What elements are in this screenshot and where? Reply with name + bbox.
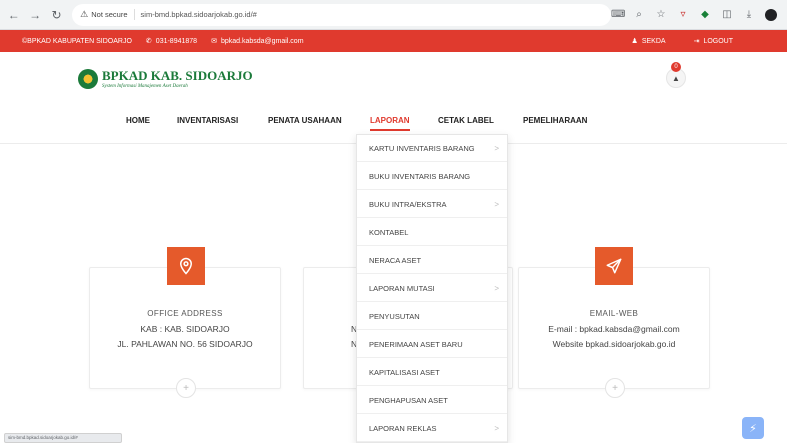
dropdown-item-label: PENGHAPUSAN ASET bbox=[369, 395, 448, 405]
logout-label: LOGOUT bbox=[703, 37, 733, 45]
security-label: Not secure bbox=[91, 10, 128, 19]
dropdown-item-neraca-aset[interactable]: NERACA ASET bbox=[357, 247, 507, 274]
dropdown-item-label: KAPITALISASI ASET bbox=[369, 367, 440, 377]
user-area: ♟ SEKDA ⇥ LOGOUT bbox=[631, 37, 787, 46]
not-secure-indicator[interactable]: ⚠ Not secure bbox=[80, 9, 135, 20]
paper-plane-icon bbox=[595, 247, 633, 285]
top-info-bar: ©BPKAD KABUPATEN SIDOARJO ✆ 031-8941878 … bbox=[0, 30, 787, 52]
dropdown-item-label: BUKU INVENTARIS BARANG bbox=[369, 171, 471, 181]
dropdown-item-penerimaan-aset-baru[interactable]: PENERIMAAN ASET BARU bbox=[357, 331, 507, 358]
map-pin-icon bbox=[167, 247, 205, 285]
zoom-icon[interactable]: ⌕ bbox=[633, 9, 645, 20]
logout-link[interactable]: ⇥ LOGOUT bbox=[693, 37, 733, 46]
emblem-icon bbox=[78, 68, 98, 89]
chevron-right-icon: > bbox=[494, 199, 499, 209]
email-info: ✉ bpkad.kabsda@gmail.com bbox=[211, 37, 304, 46]
dropdown-item-kartu-inventaris[interactable]: KARTU INVENTARIS BARANG > bbox=[357, 135, 507, 162]
phone-icon: ✆ bbox=[145, 38, 152, 45]
chevron-right-icon: > bbox=[494, 423, 499, 433]
logo-subtitle: System Informasi Manajemen Aset Daerah bbox=[102, 84, 188, 89]
browser-toolbar: ← → ↻ ⚠ Not secure sim-bmd.bpkad.sidoarj… bbox=[0, 0, 787, 30]
email-line: E-mail : bpkad.kabsda@gmail.com bbox=[548, 324, 680, 334]
org-name: ©BPKAD KABUPATEN SIDOARJO bbox=[22, 37, 132, 45]
email-web-label: EMAIL-WEB bbox=[589, 309, 639, 318]
dropdown-item-label: KONTABEL bbox=[369, 227, 409, 237]
email-web-card: EMAIL-WEB E-mail : bpkad.kabsda@gmail.co… bbox=[518, 247, 710, 398]
office-label: OFFICE ADDRESS bbox=[147, 309, 223, 318]
dropdown-item-label: BUKU INTRA/EKSTRA bbox=[369, 199, 447, 209]
menu-penata-usahaan[interactable]: PENATA USAHAAN bbox=[268, 116, 342, 125]
phone-number: 031-8941878 bbox=[155, 37, 198, 45]
profile-avatar[interactable] bbox=[765, 8, 778, 21]
site-logo[interactable]: BPKAD KAB. SIDOARJO System Informasi Man… bbox=[78, 68, 253, 89]
forward-icon[interactable]: → bbox=[27, 7, 42, 23]
menu-laporan[interactable]: LAPORAN bbox=[370, 116, 410, 131]
email-expand-button[interactable]: + bbox=[605, 378, 625, 398]
chevron-right-icon: > bbox=[494, 143, 499, 153]
extension-green-icon[interactable]: ◆ bbox=[699, 9, 711, 20]
email-address: bpkad.kabsda@gmail.com bbox=[220, 37, 304, 45]
extensions-puzzle-icon[interactable]: ◫ bbox=[721, 9, 733, 20]
dropdown-item-penyusutan[interactable]: PENYUSUTAN bbox=[357, 303, 507, 330]
user-name: SEKDA bbox=[641, 37, 666, 45]
warning-icon: ⚠ bbox=[80, 9, 89, 19]
office-address-card: OFFICE ADDRESS KAB : KAB. SIDOARJO JL. P… bbox=[89, 247, 281, 398]
menu-cetak-label[interactable]: CETAK LABEL bbox=[438, 116, 494, 125]
bookmark-star-icon[interactable]: ☆ bbox=[655, 9, 667, 20]
menu-pemeliharaan[interactable]: PEMELIHARAAN bbox=[523, 116, 587, 125]
back-icon[interactable]: ← bbox=[6, 7, 21, 23]
user-menu[interactable]: ♟ SEKDA bbox=[631, 37, 666, 46]
dropdown-item-kontabel[interactable]: KONTABEL bbox=[357, 219, 507, 246]
user-icon: ♟ bbox=[631, 38, 638, 45]
dropdown-item-label: KARTU INVENTARIS BARANG bbox=[369, 143, 475, 153]
dropdown-item-buku-intra-ekstra[interactable]: BUKU INTRA/EKSTRA > bbox=[357, 191, 507, 218]
mail-icon: ✉ bbox=[211, 38, 217, 45]
phone-info: ✆ 031-8941878 bbox=[145, 37, 198, 46]
dropdown-item-label: PENERIMAAN ASET BARU bbox=[369, 339, 463, 349]
logo-title: BPKAD KAB. SIDOARJO bbox=[102, 68, 253, 83]
laporan-dropdown: KARTU INVENTARIS BARANG > BUKU INVENTARI… bbox=[356, 134, 508, 443]
dropdown-item-buku-inventaris[interactable]: BUKU INVENTARIS BARANG bbox=[357, 163, 507, 190]
download-icon[interactable]: ⤓ bbox=[743, 9, 755, 20]
dropdown-item-label: LAPORAN MUTASI bbox=[369, 283, 435, 293]
menu-inventarisasi[interactable]: INVENTARISASI bbox=[177, 116, 238, 125]
translate-icon[interactable]: ⌨ bbox=[611, 9, 625, 20]
dropdown-item-kapitalisasi-aset[interactable]: KAPITALISASI ASET bbox=[357, 359, 507, 386]
chevron-right-icon: > bbox=[494, 283, 499, 293]
extension-icon[interactable]: ▿ bbox=[677, 9, 689, 20]
dropdown-item-laporan-reklas[interactable]: LAPORAN REKLAS > bbox=[357, 415, 507, 442]
dropdown-item-label: PENYUSUTAN bbox=[369, 311, 420, 321]
office-expand-button[interactable]: + bbox=[176, 378, 196, 398]
menu-home[interactable]: HOME bbox=[126, 116, 150, 125]
browser-actions: ⌨ ⌕ ☆ ▿ ◆ ◫ ⤓ bbox=[611, 8, 787, 21]
office-street: JL. PAHLAWAN NO. 56 SIDOARJO bbox=[117, 339, 253, 349]
office-kab: KAB : KAB. SIDOARJO bbox=[140, 324, 230, 334]
url-text: sim-bmd.bpkad.sidoarjokab.go.id/# bbox=[140, 10, 257, 19]
dropdown-item-penghapusan-aset[interactable]: PENGHAPUSAN ASET bbox=[357, 387, 507, 414]
main-menu: HOME INVENTARISASI PENATA USAHAAN LAPORA… bbox=[0, 108, 787, 132]
logout-icon: ⇥ bbox=[693, 38, 700, 45]
site-header: BPKAD KAB. SIDOARJO System Informasi Man… bbox=[0, 52, 787, 142]
dropdown-item-laporan-mutasi[interactable]: LAPORAN MUTASI > bbox=[357, 275, 507, 302]
reload-icon[interactable]: ↻ bbox=[49, 7, 64, 23]
dropdown-item-label: NERACA ASET bbox=[369, 255, 422, 265]
floating-action-icon[interactable]: ⚡ bbox=[742, 417, 764, 439]
notification-count: 0 bbox=[671, 62, 681, 72]
website-line: Website bpkad.sidoarjokab.go.id bbox=[552, 339, 676, 349]
logo-text: BPKAD KAB. SIDOARJO System Informasi Man… bbox=[102, 68, 253, 89]
address-bar[interactable]: ⚠ Not secure sim-bmd.bpkad.sidoarjokab.g… bbox=[72, 3, 612, 26]
browser-status-url: sim-bmd.bpkad.sidoarjokab.go.id/# bbox=[4, 433, 122, 443]
dropdown-item-label: LAPORAN REKLAS bbox=[369, 423, 437, 433]
notification-button[interactable]: ▲ 0 bbox=[666, 62, 686, 90]
